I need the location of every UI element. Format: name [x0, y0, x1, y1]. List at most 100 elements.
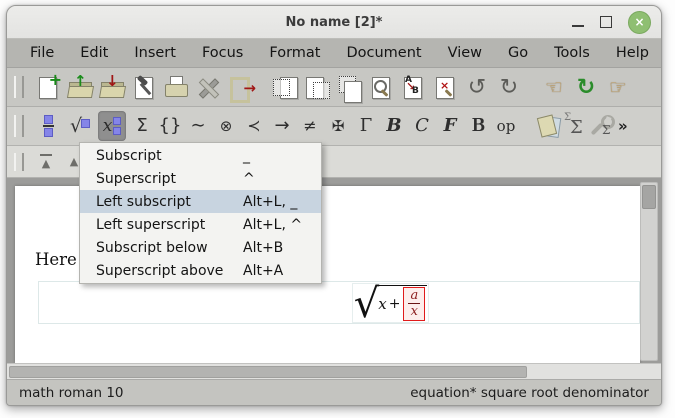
menu-tools[interactable]: Tools [541, 39, 603, 67]
menu-insert[interactable]: Insert [121, 39, 189, 67]
toolbar-grip[interactable] [14, 153, 24, 171]
title-bar[interactable]: No name [2]* × [7, 6, 661, 39]
status-right: equation* square root denominator [410, 385, 649, 401]
toolbar-grip[interactable] [14, 76, 24, 98]
close-button[interactable]: × [628, 11, 651, 34]
gamma-icon[interactable]: Γ [353, 111, 379, 141]
scripts-icon[interactable]: x [98, 111, 126, 141]
up-triangle-glyph: ▲ [42, 157, 50, 170]
maltese-icon[interactable]: ✠ [325, 111, 351, 141]
horizontal-scrollbar[interactable] [7, 363, 661, 379]
placeholder-squares [113, 117, 121, 135]
cut-icon[interactable] [272, 74, 298, 101]
status-left: math roman 10 [19, 385, 124, 401]
preferences-icon[interactable] [195, 74, 221, 101]
fraction-icon[interactable] [34, 111, 62, 141]
fraction-denominator: x [411, 304, 418, 320]
menu-go[interactable]: Go [495, 39, 541, 67]
sigma-glyph: Σ [602, 123, 610, 137]
back-icon[interactable]: ☜ [541, 74, 567, 101]
vertical-scrollbar-thumb[interactable] [642, 185, 656, 209]
menu-item-shortcut: Alt+B [243, 240, 283, 256]
evaluate-icon[interactable]: Σ Σ [562, 113, 588, 140]
window-title: No name [2]* [7, 15, 661, 30]
find-icon[interactable] [368, 74, 394, 101]
menu-item-superscript-above[interactable]: Superscript above Alt+A [80, 259, 321, 282]
toolbar-grip[interactable] [14, 115, 24, 137]
prec-icon[interactable]: ≺ [241, 111, 267, 141]
print-icon[interactable] [163, 74, 189, 101]
menu-focus[interactable]: Focus [189, 39, 256, 67]
horizontal-scrollbar-thumb[interactable] [9, 366, 527, 378]
menu-document[interactable]: Document [333, 39, 434, 67]
arrow-icon[interactable]: → [269, 111, 295, 141]
menu-view[interactable]: View [435, 39, 495, 67]
spell-check-icon[interactable]: × [432, 74, 458, 101]
exit-left-icon[interactable]: ▲ [35, 151, 57, 173]
bold-icon[interactable]: B [381, 111, 407, 141]
cursor-focus-fraction[interactable]: ax [403, 287, 425, 322]
menu-item-label: Superscript above [80, 263, 223, 279]
menu-item-subscript[interactable]: Subscript _ [80, 144, 321, 167]
menu-help[interactable]: Help [603, 39, 662, 67]
otimes-icon[interactable]: ⊗ [213, 111, 239, 141]
menu-item-subscript-below[interactable]: Subscript below Alt+B [80, 236, 321, 259]
redo-icon[interactable]: ↻ [496, 74, 522, 101]
save-document-icon[interactable]: ↓ [99, 74, 125, 101]
wide-tilde-icon[interactable]: ∼ [185, 111, 211, 141]
clipboard-icon[interactable] [536, 113, 562, 140]
down-arrow-glyph: ↓ [106, 72, 119, 90]
paste-icon[interactable] [336, 74, 362, 101]
menu-item-label: Left superscript [80, 217, 205, 233]
dotted-selection [313, 82, 330, 99]
undo-icon[interactable]: ↺ [464, 74, 490, 101]
up-arrow-glyph: ↑ [74, 72, 87, 90]
calligraphic-icon[interactable]: C [409, 111, 435, 141]
export-icon[interactable]: → [227, 74, 253, 101]
new-document-icon[interactable]: + [35, 74, 61, 101]
copy-icon[interactable] [304, 74, 330, 101]
fraction-shape [43, 115, 54, 137]
blackboard-icon[interactable]: B [465, 111, 491, 141]
menu-edit[interactable]: Edit [67, 39, 121, 67]
menu-item-shortcut: Alt+L, _ [243, 194, 297, 210]
export-arrow-glyph: → [243, 79, 256, 97]
vertical-scrollbar[interactable] [640, 182, 658, 361]
operator-icon[interactable]: op [493, 111, 519, 141]
math-tools-icon[interactable]: Σ [588, 113, 614, 140]
menu-item-label: Subscript below [80, 240, 208, 256]
replace-icon[interactable]: A ↘ B [400, 74, 426, 101]
dotted-selection [273, 79, 290, 96]
menu-item-left-superscript[interactable]: Left superscript Alt+L, ^ [80, 213, 321, 236]
sigma-big-glyph: Σ [570, 117, 583, 138]
refresh-icon[interactable]: ↻ [573, 74, 599, 101]
fraktur-icon[interactable]: F [437, 111, 463, 141]
document-text[interactable]: Here [35, 250, 77, 269]
menu-bar: File Edit Insert Focus Format Document V… [7, 39, 661, 68]
math-toolbar: √ x Σ {} ∼ ⊗ ≺ → ≠ ✠ Γ B C F B op Σ Σ [7, 107, 661, 146]
menu-item-superscript[interactable]: Superscript ^ [80, 167, 321, 190]
build-icon[interactable] [131, 74, 157, 101]
printer-body [165, 84, 188, 97]
open-document-icon[interactable]: ↑ [67, 74, 93, 101]
scripts-dropdown-menu: Subscript _ Superscript ^ Left subscript… [79, 142, 322, 284]
plus-sign: + [389, 296, 401, 312]
overflow-chevron[interactable]: » [618, 117, 628, 135]
minimize-button[interactable] [572, 25, 584, 27]
braces-icon[interactable]: {} [157, 111, 183, 141]
window-controls: × [572, 6, 651, 38]
menu-format[interactable]: Format [256, 39, 333, 67]
page-shape [344, 81, 362, 103]
sqrt-icon[interactable]: √ [66, 111, 94, 141]
x-glyph: x [103, 116, 113, 136]
menu-item-left-subscript[interactable]: Left subscript Alt+L, _ [80, 190, 321, 213]
sum-icon[interactable]: Σ [129, 111, 155, 141]
main-toolbar: + ↑ ↓ → [7, 68, 661, 107]
maximize-button[interactable] [600, 16, 612, 28]
menu-file[interactable]: File [17, 39, 67, 67]
equation-block[interactable]: √x+ax [38, 281, 640, 324]
equation-focus-box[interactable]: √x+ax [352, 283, 429, 323]
forward-icon[interactable]: ☞ [605, 74, 631, 101]
neq-icon[interactable]: ≠ [297, 111, 323, 141]
radicand: x +ax [376, 285, 427, 322]
